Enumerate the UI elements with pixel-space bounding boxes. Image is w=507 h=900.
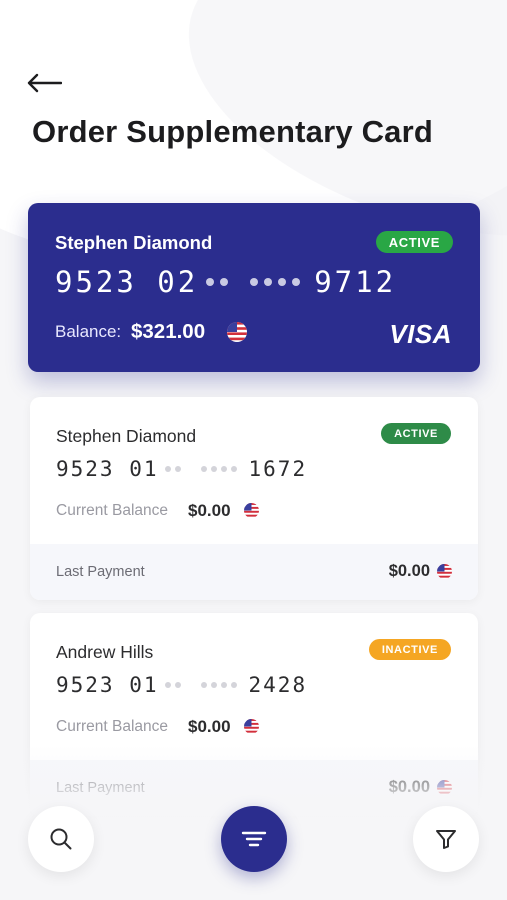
card-number-end: 9712 <box>314 265 397 299</box>
page-title: Order Supplementary Card <box>32 114 434 149</box>
balance-label: Balance: <box>55 322 122 341</box>
menu-icon <box>241 831 267 847</box>
last-payment-label: Last Payment <box>56 780 145 796</box>
search-button[interactable] <box>28 806 94 872</box>
card-holder-name: Stephen Diamond <box>55 232 213 253</box>
primary-card[interactable]: Stephen Diamond ACTIVE 9523 02 9712 Bala… <box>28 203 480 372</box>
last-payment-value: $0.00 <box>388 562 430 580</box>
last-payment-row: Last Payment $0.00 <box>30 544 478 600</box>
us-flag-icon <box>244 503 259 518</box>
arrow-left-icon <box>27 73 62 93</box>
balance-value: $321.00 <box>131 320 206 343</box>
us-flag-icon <box>227 322 247 342</box>
filter-icon <box>436 830 456 849</box>
masked-digits <box>164 466 181 472</box>
status-badge: ACTIVE <box>375 231 453 253</box>
card-number-start: 9523 01 <box>56 673 159 697</box>
masked-digits <box>200 682 237 688</box>
last-payment-label: Last Payment <box>56 564 145 580</box>
search-icon <box>50 828 72 850</box>
menu-button[interactable] <box>221 806 287 872</box>
filter-button[interactable] <box>413 806 479 872</box>
card-holder-name: Stephen Diamond <box>56 426 197 446</box>
current-balance-label: Current Balance <box>56 718 169 735</box>
masked-digits <box>200 466 237 472</box>
card-number: 9523 01 2428 <box>56 673 307 697</box>
current-balance-label: Current Balance <box>56 502 169 519</box>
card-number: 9523 01 1672 <box>56 457 307 481</box>
masked-digits <box>250 278 301 286</box>
masked-digits <box>164 682 181 688</box>
back-button[interactable] <box>26 66 70 100</box>
us-flag-icon <box>437 564 452 579</box>
visa-logo: VISA <box>389 319 452 349</box>
card-holder-name: Andrew Hills <box>56 642 154 662</box>
current-balance-value: $0.00 <box>188 501 231 520</box>
status-badge: INACTIVE <box>368 639 451 660</box>
masked-digits <box>206 278 229 286</box>
card-list-item[interactable]: Stephen Diamond ACTIVE 9523 01 1672 Curr… <box>30 397 478 600</box>
card-number: 9523 02 9712 <box>55 265 396 299</box>
us-flag-icon <box>244 719 259 734</box>
card-number-start: 9523 02 <box>55 265 199 299</box>
us-flag-icon <box>437 780 452 795</box>
current-balance-value: $0.00 <box>188 717 231 736</box>
card-number-end: 2428 <box>248 673 308 697</box>
card-number-start: 9523 01 <box>56 457 159 481</box>
last-payment-value: $0.00 <box>388 778 430 796</box>
card-list-item[interactable]: Andrew Hills INACTIVE 9523 01 2428 Curre… <box>30 613 478 816</box>
card-number-end: 1672 <box>248 457 308 481</box>
status-badge: ACTIVE <box>381 423 451 444</box>
